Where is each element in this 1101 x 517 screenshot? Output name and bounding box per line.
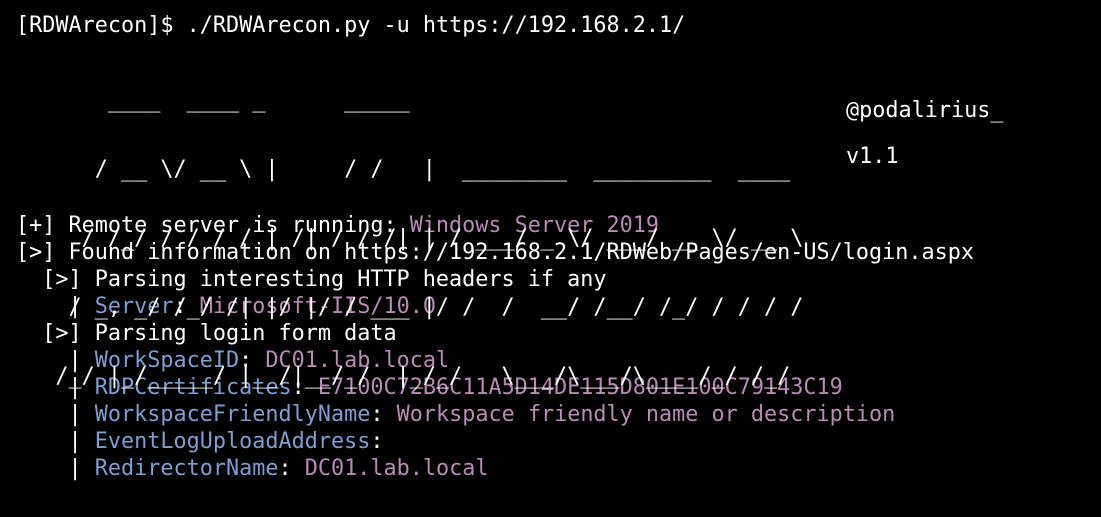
command-text: ./RDWArecon.py -u https://192.168.2.1/	[186, 13, 686, 38]
shell-prompt: [RDWArecon]$	[16, 13, 187, 38]
ascii-banner: ____ ____ _ _____ / __ \/ __ \ | / / | _…	[16, 43, 1101, 388]
banner-author: @podalirius_	[846, 98, 1004, 123]
form-key: RedirectorName	[94, 456, 279, 481]
banner-version: v1.1	[846, 144, 899, 169]
banner-line: / __ \/ __ \ | / / | ________ _________ …	[16, 157, 791, 182]
banner-line: /_/ |_/_____/ |__/|__/_/ |_/_/ \___/\___…	[16, 364, 791, 389]
form-value: DC01.lab.local	[304, 456, 489, 481]
banner-line: / /_/ / / / / | /| / / /| | / ___/ _ \/ …	[16, 226, 804, 251]
separator: :	[278, 456, 305, 481]
command-line: [RDWArecon]$ ./RDWArecon.py -u https://1…	[16, 12, 1101, 39]
banner-line: / _, _/ /_/ /| |/ |/ / ___ |/ / / __/ /_…	[16, 295, 804, 320]
pipe-prefix: |	[16, 456, 95, 481]
terminal-window[interactable]: [RDWArecon]$ ./RDWArecon.py -u https://1…	[0, 0, 1101, 517]
form-entry: | RedirectorName: DC01.lab.local	[16, 455, 1101, 482]
